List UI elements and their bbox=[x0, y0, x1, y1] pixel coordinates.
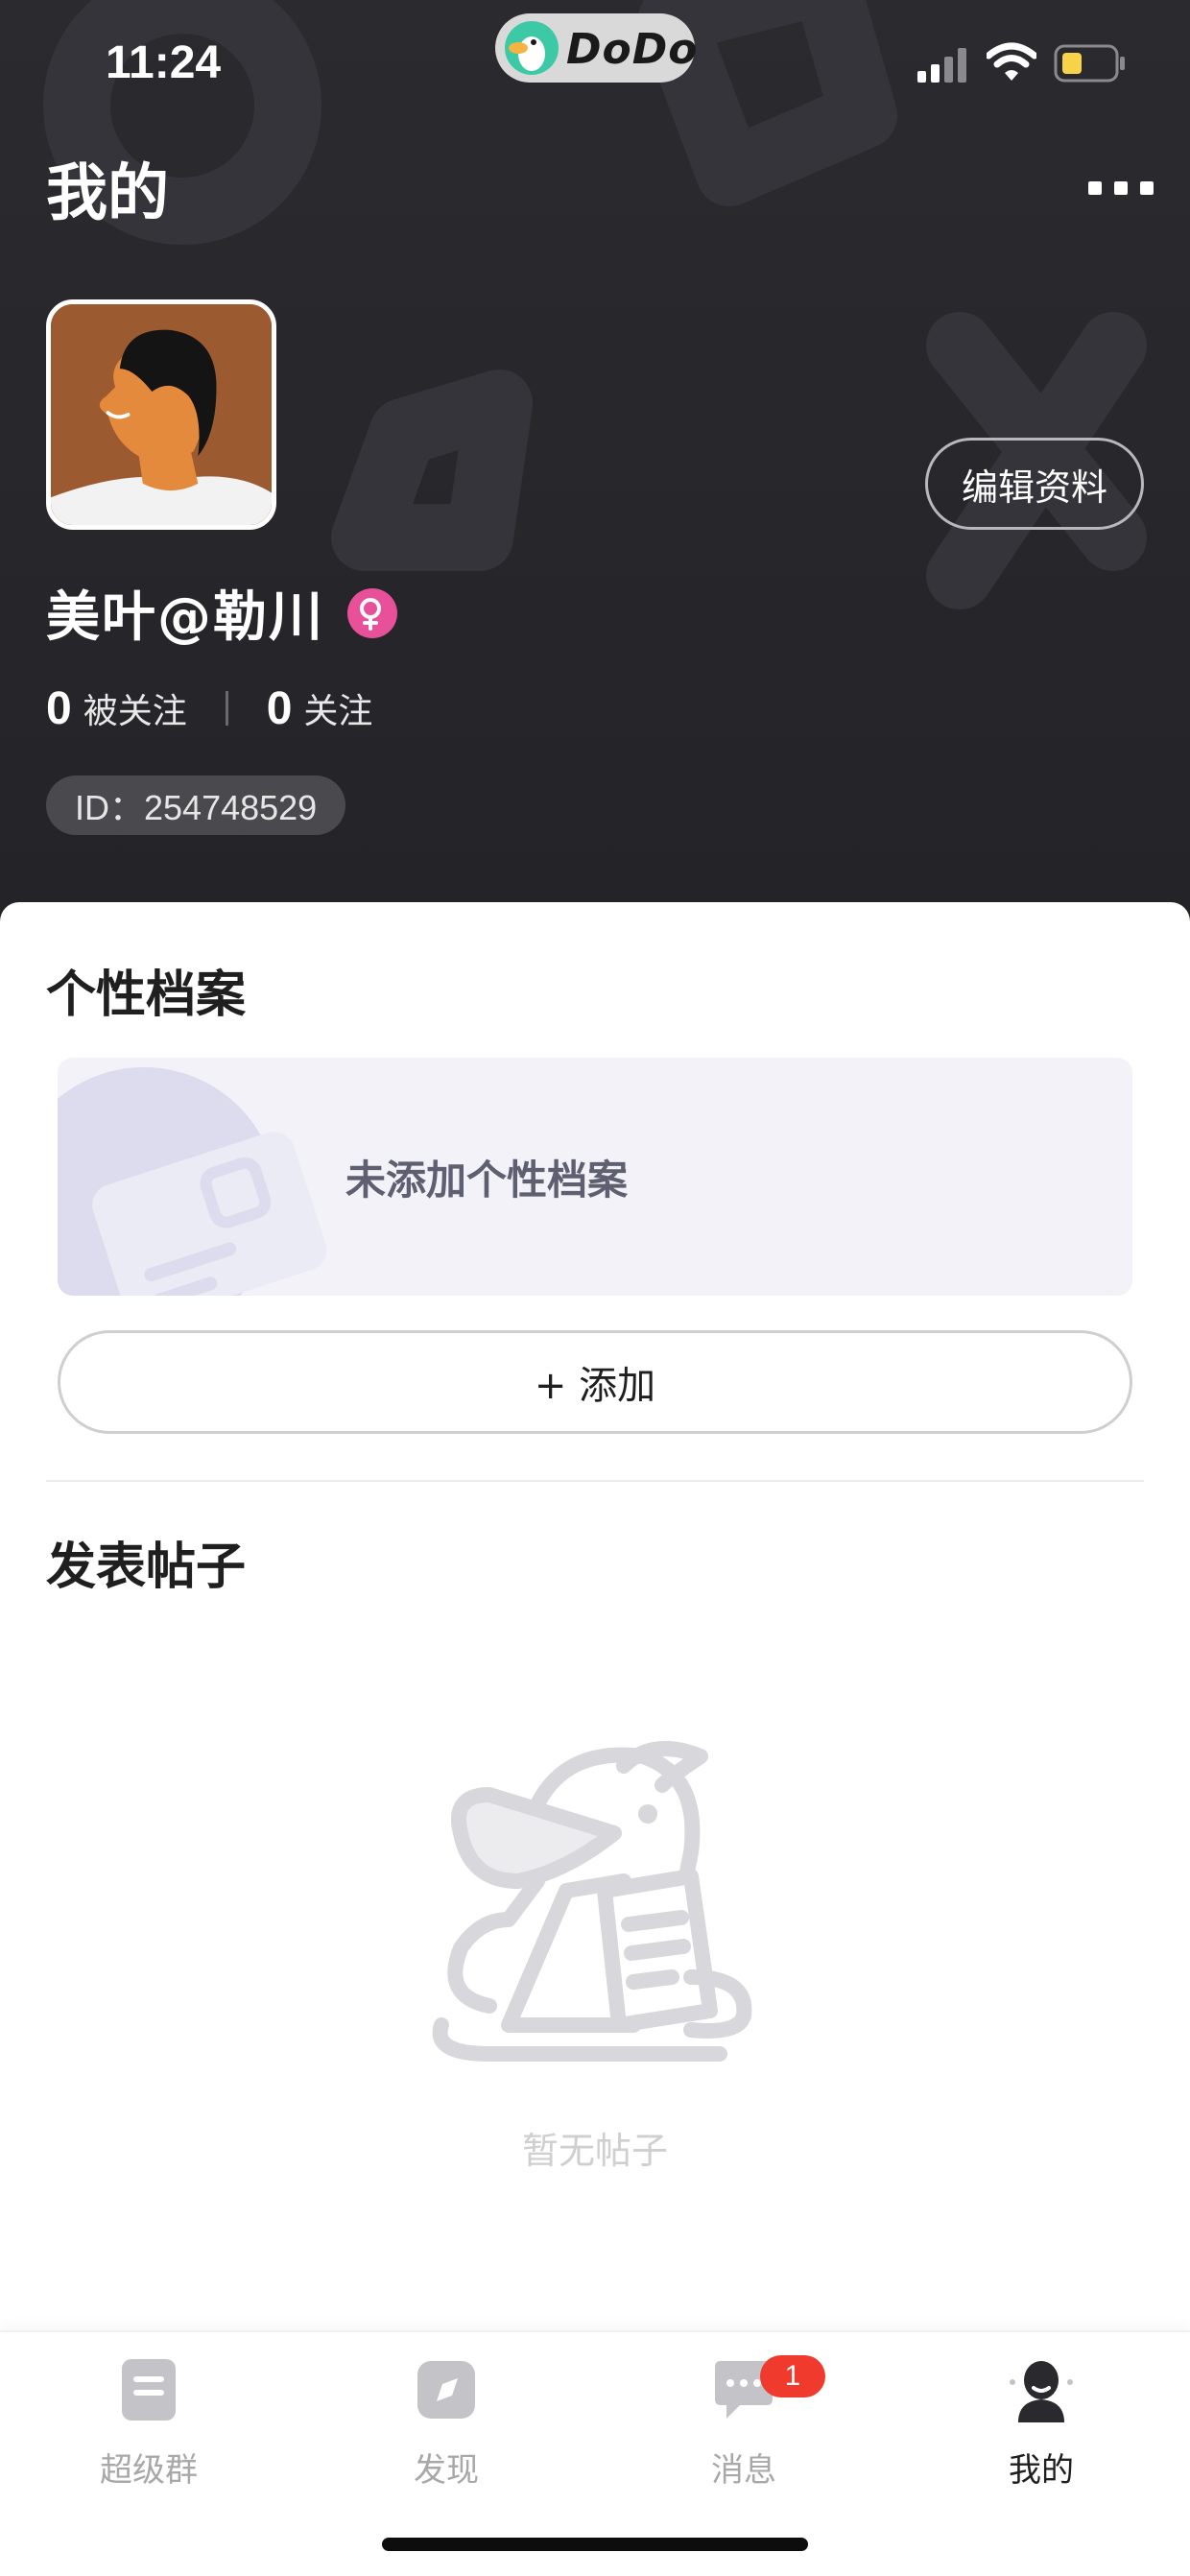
profile-empty-card: 未添加个性档案 bbox=[58, 1058, 1132, 1296]
tab-label-super-group: 超级群 bbox=[100, 2451, 198, 2490]
tab-super-group[interactable]: 超级群 bbox=[0, 2353, 298, 2507]
followers-label: 被关注 bbox=[83, 692, 187, 731]
nickname: 美叶@勒川 bbox=[46, 586, 324, 649]
super-group-icon bbox=[122, 2359, 176, 2421]
profile-icon bbox=[1010, 2361, 1073, 2422]
tab-discover[interactable]: 发现 bbox=[298, 2353, 595, 2507]
dodo-logo-icon bbox=[505, 21, 559, 75]
female-icon bbox=[347, 587, 397, 638]
stats-divider bbox=[225, 691, 228, 726]
profile-header: 11:24 DoDo 我的 编辑资料 美叶@勒川 0 被关注 0 关注 ID：2… bbox=[0, 0, 1190, 921]
home-indicator[interactable] bbox=[382, 2538, 808, 2551]
tab-label-messages: 消息 bbox=[711, 2451, 776, 2490]
followers-stat[interactable]: 0 被关注 bbox=[46, 682, 187, 735]
edit-profile-button[interactable]: 编辑资料 bbox=[925, 438, 1144, 530]
more-options-button[interactable] bbox=[1083, 169, 1159, 207]
status-bar: 11:24 DoDo bbox=[0, 0, 1190, 134]
avatar[interactable] bbox=[46, 299, 276, 530]
dodo-logo-text: DoDo bbox=[566, 25, 699, 74]
follow-stats: 0 被关注 0 关注 bbox=[46, 680, 372, 737]
nickname-row: 美叶@勒川 bbox=[46, 574, 397, 652]
battery-icon bbox=[1054, 44, 1125, 83]
profile-content: 个性档案 未添加个性档案 + 添加 发表帖子 暂无帖子 bbox=[0, 902, 1190, 2332]
following-count: 0 bbox=[266, 682, 293, 734]
empty-posts-text: 暂无帖子 bbox=[521, 2130, 668, 2172]
followers-count: 0 bbox=[46, 682, 72, 734]
section-divider bbox=[46, 1480, 1144, 1482]
wifi-icon bbox=[987, 42, 1036, 81]
add-profile-button[interactable]: + 添加 bbox=[58, 1330, 1132, 1434]
tab-profile[interactable]: 我的 bbox=[892, 2353, 1190, 2507]
page-title: 我的 bbox=[46, 158, 169, 229]
posts-section-title: 发表帖子 bbox=[46, 1538, 247, 1596]
tab-label-profile: 我的 bbox=[1009, 2451, 1074, 2490]
messages-unread-badge: 1 bbox=[760, 2355, 825, 2397]
more-dots-icon bbox=[1088, 181, 1102, 195]
signal-icon bbox=[917, 48, 966, 83]
status-time: 11:24 bbox=[106, 37, 222, 88]
profile-section-title: 个性档案 bbox=[46, 966, 247, 1024]
following-stat[interactable]: 0 关注 bbox=[267, 682, 373, 735]
id-card-icon bbox=[58, 1067, 327, 1296]
empty-posts-duck-icon bbox=[432, 1741, 752, 2062]
more-dot bbox=[1140, 181, 1154, 195]
tab-label-discover: 发现 bbox=[414, 2451, 479, 2490]
dodo-app-pill[interactable]: DoDo bbox=[495, 13, 698, 83]
user-id-badge[interactable]: ID：254748529 bbox=[46, 775, 346, 835]
tab-messages[interactable]: 消息 bbox=[595, 2353, 892, 2507]
profile-empty-text: 未添加个性档案 bbox=[345, 1156, 629, 1204]
discover-icon bbox=[417, 2361, 475, 2419]
more-dot bbox=[1114, 181, 1128, 195]
avatar-image bbox=[51, 304, 272, 525]
following-label: 关注 bbox=[303, 692, 373, 731]
